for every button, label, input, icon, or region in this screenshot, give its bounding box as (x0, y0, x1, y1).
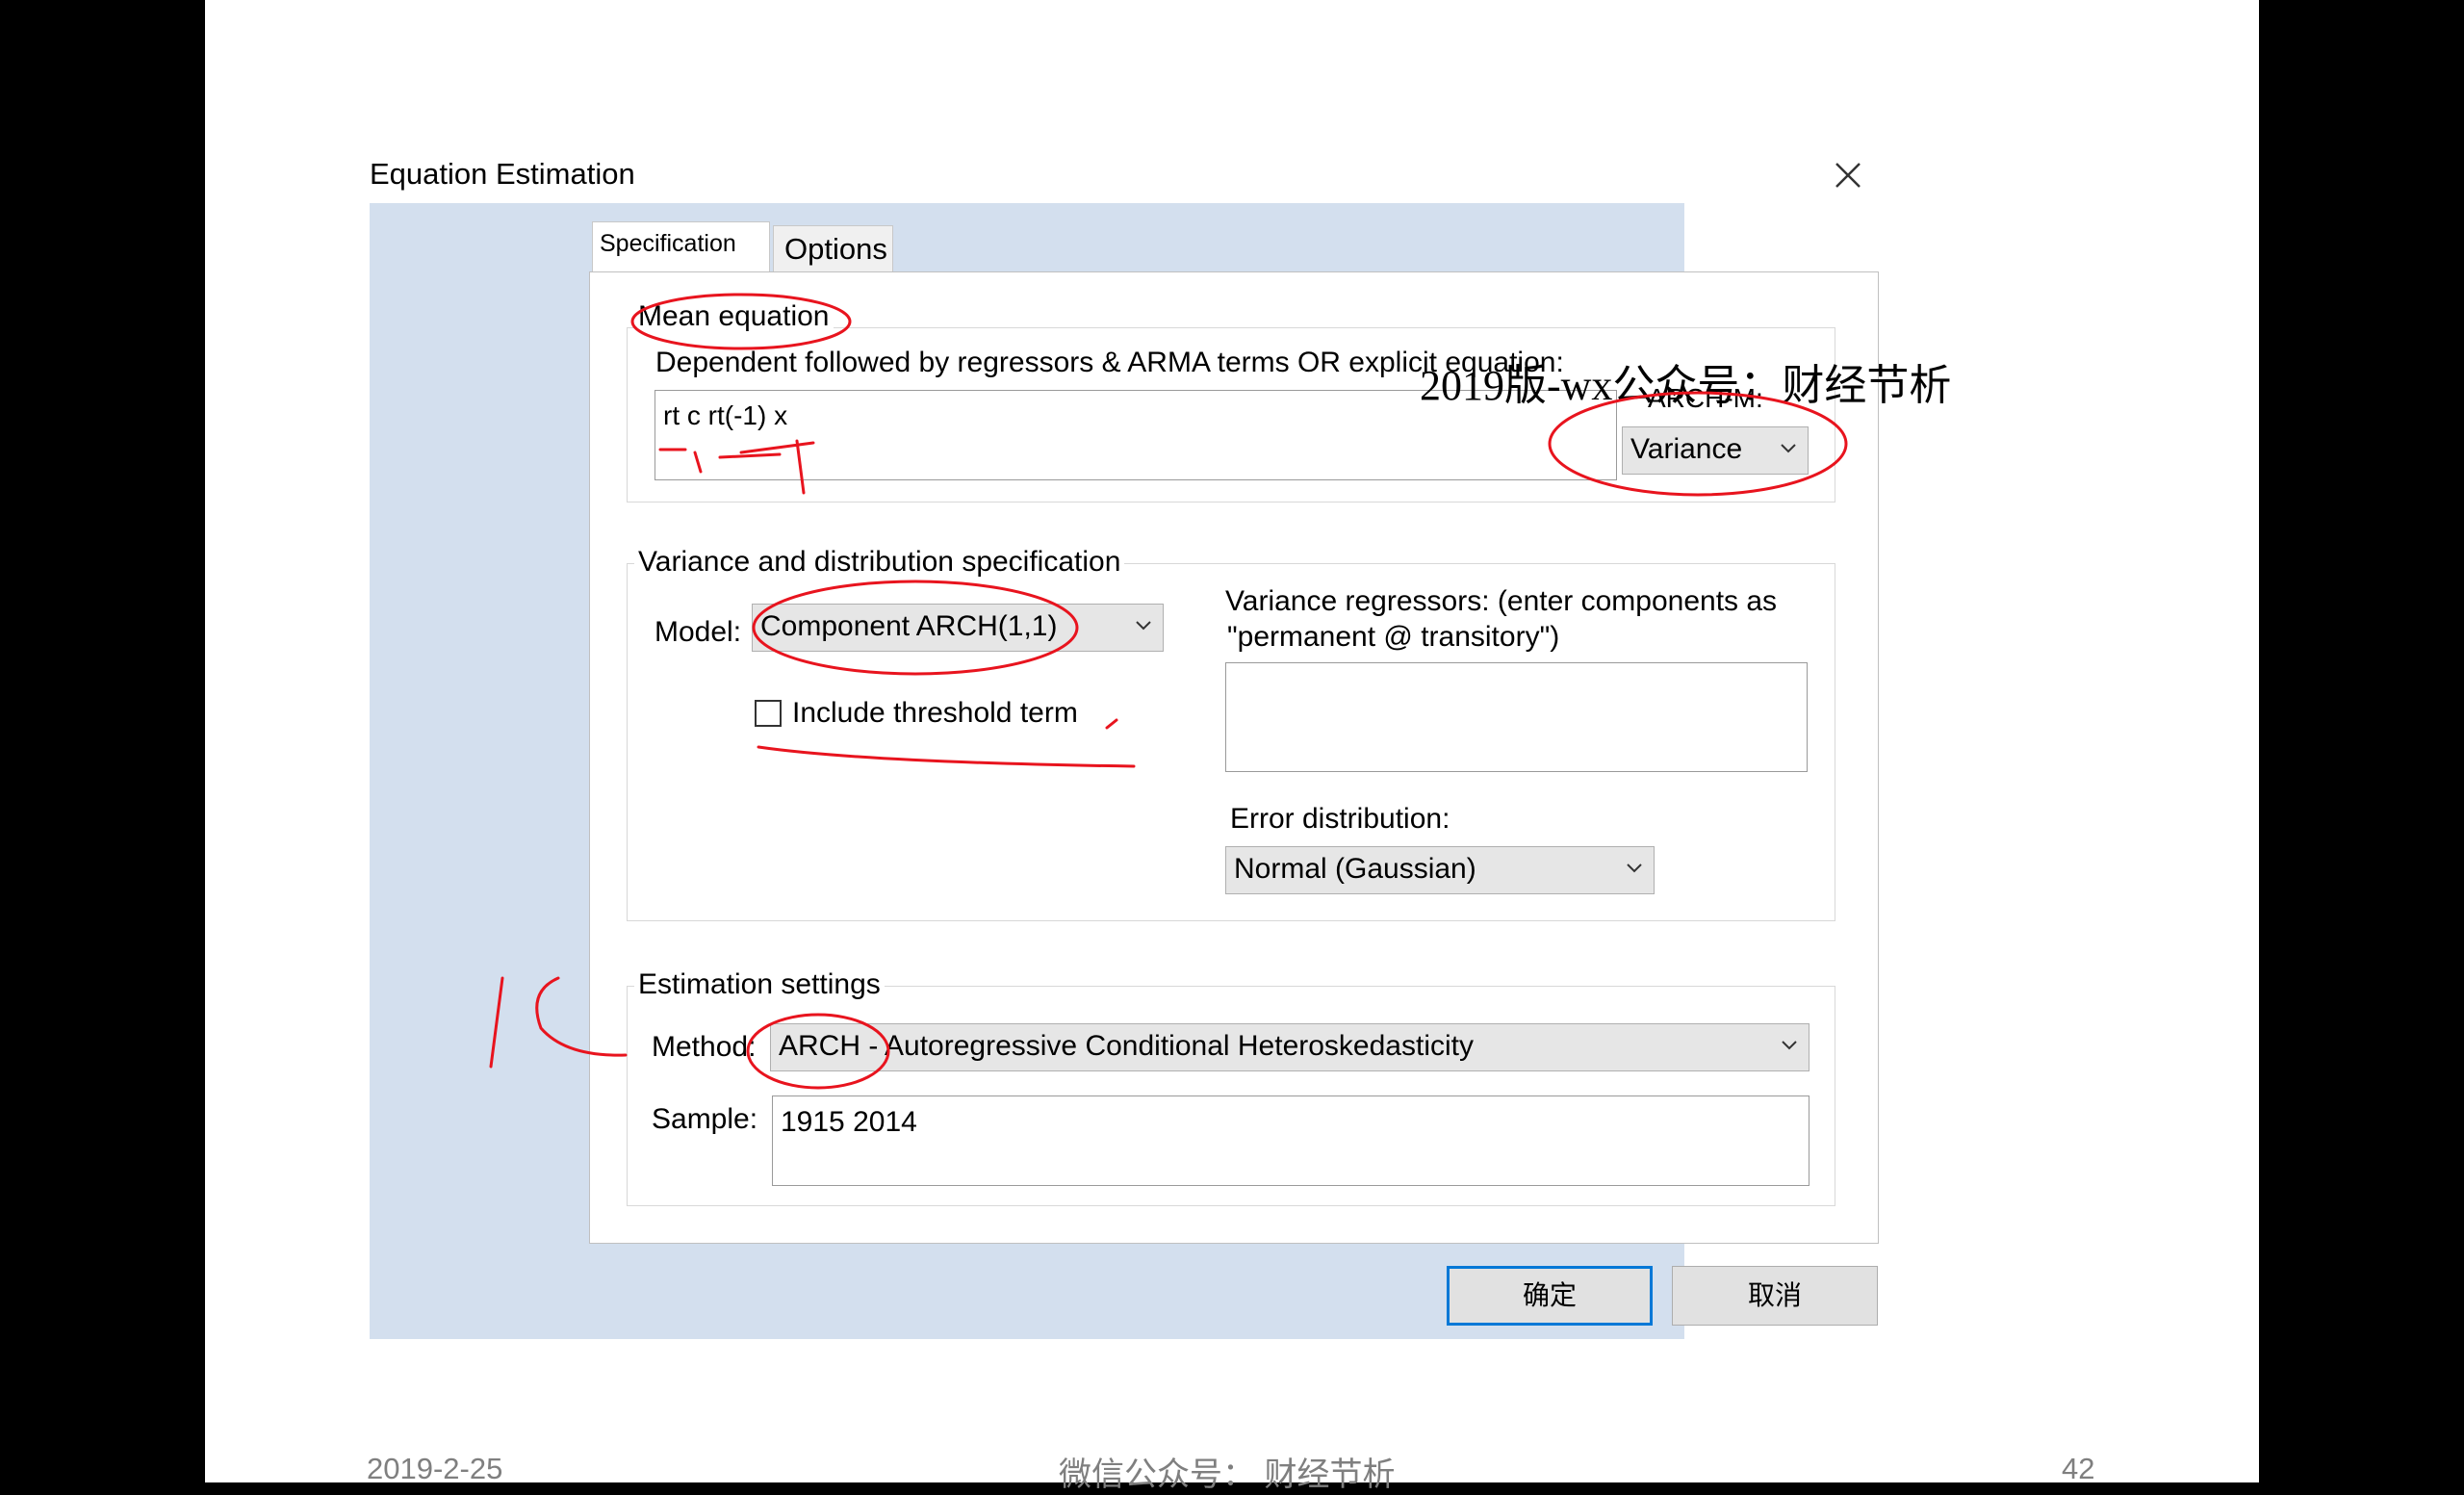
threshold-checkbox[interactable] (755, 700, 782, 727)
variance-spec-legend: Variance and distribution specification (634, 546, 1125, 579)
error-distribution-label: Error distribution: (1230, 803, 1450, 835)
threshold-label: Include threshold term (792, 697, 1078, 729)
method-label: Method: (652, 1031, 757, 1063)
model-label: Model: (654, 616, 742, 648)
dialog-title: Equation Estimation (370, 157, 635, 191)
variance-regressors-label-2: "permanent @ transitory") (1227, 621, 1560, 653)
sample-input[interactable]: 1915 2014 (772, 1095, 1810, 1186)
model-select-value: Component ARCH(1,1) (760, 610, 1058, 642)
error-distribution-select[interactable]: Normal (Gaussian) (1225, 846, 1655, 894)
estimation-settings-legend: Estimation settings (634, 968, 885, 1001)
sample-label: Sample: (652, 1103, 758, 1135)
close-icon[interactable] (1831, 158, 1865, 193)
model-select[interactable]: Component ARCH(1,1) (752, 604, 1164, 652)
chevron-down-icon (1627, 863, 1642, 873)
chevron-down-icon (1781, 444, 1796, 453)
error-distribution-select-value: Normal (Gaussian) (1234, 853, 1476, 885)
method-select-value: ARCH - Autoregressive Conditional Hetero… (779, 1030, 1474, 1062)
chevron-down-icon (1136, 621, 1151, 631)
footer-page-number: 42 (2062, 1452, 2095, 1485)
variance-regressors-input[interactable] (1225, 662, 1808, 772)
variance-regressors-label-1: Variance regressors: (enter components a… (1225, 585, 1778, 617)
tab-options[interactable]: Options (773, 225, 893, 271)
tab-specification[interactable]: Specification (592, 221, 770, 271)
arch-m-select-value: Variance (1630, 433, 1743, 465)
watermark-text: 2019版-wx公众号：财经节析 (1420, 362, 1952, 409)
method-select[interactable]: ARCH - Autoregressive Conditional Hetero… (770, 1023, 1810, 1071)
arch-m-select[interactable]: Variance (1622, 426, 1809, 475)
footer-center-text: 微信公众号： 财经节析 (1059, 1456, 1396, 1493)
footer-date: 2019-2-25 (367, 1452, 503, 1485)
cancel-button[interactable]: 取消 (1672, 1266, 1878, 1326)
ok-button[interactable]: 确定 (1447, 1266, 1653, 1326)
mean-equation-legend: Mean equation (634, 300, 834, 333)
chevron-down-icon (1782, 1041, 1797, 1050)
